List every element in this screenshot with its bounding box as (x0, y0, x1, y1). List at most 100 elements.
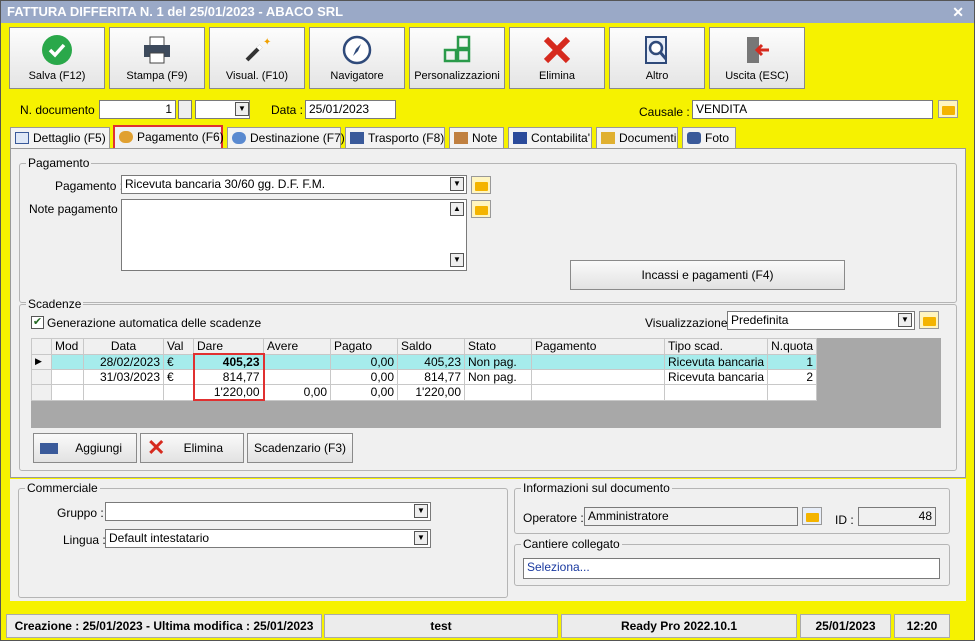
col-nquota[interactable]: N.quota (767, 338, 818, 355)
view-button[interactable]: ✦ Visual. (F10) (209, 27, 305, 89)
magic-wand-icon: ✦ (245, 37, 271, 62)
chevron-down-icon[interactable]: ▼ (414, 531, 428, 545)
more-label: Altro (645, 70, 669, 82)
causale-label: Causale : (639, 105, 690, 119)
print-button[interactable]: Stampa (F9) (109, 27, 205, 89)
scroll-up-icon[interactable]: ▲ (450, 202, 464, 216)
navigator-button[interactable]: Navigatore (309, 27, 405, 89)
add-scadenza-button[interactable]: Aggiungi (33, 433, 137, 463)
title-bar: FATTURA DIFFERITA N. 1 del 25/01/2023 - … (1, 1, 974, 23)
search-doc-icon (645, 36, 668, 64)
col-val[interactable]: Val (163, 338, 194, 355)
note-pagamento-label: Note pagamento : (29, 202, 125, 216)
exit-door-icon (747, 37, 769, 63)
delete-label: Elimina (538, 70, 576, 82)
tab-note[interactable]: Note (449, 127, 504, 149)
delete-scadenza-button[interactable]: ✕ Elimina (140, 433, 244, 463)
tab-panel: Pagamento Pagamento : Ricevuta bancaria … (10, 148, 966, 478)
col-avere[interactable]: Avere (263, 338, 331, 355)
view-label: Visual. (F10) (225, 70, 289, 82)
save-button[interactable]: Salva (F12) (9, 27, 105, 89)
camera-icon (687, 132, 701, 144)
folder-icon[interactable] (919, 311, 939, 329)
navigator-label: Navigatore (330, 70, 384, 82)
col-pagamento[interactable]: Pagamento (531, 338, 665, 355)
chevron-down-icon[interactable]: ▼ (450, 177, 464, 191)
document-window: FATTURA DIFFERITA N. 1 del 25/01/2023 - … (0, 0, 975, 641)
folder-icon[interactable] (938, 100, 958, 118)
scroll-down-icon[interactable]: ▼ (450, 253, 464, 267)
col-dare[interactable]: Dare (193, 338, 264, 355)
col-saldo[interactable]: Saldo (397, 338, 465, 355)
id-field: 48 (858, 507, 936, 526)
status-user: test (324, 614, 558, 638)
check-icon (42, 35, 72, 65)
col-data[interactable]: Data (83, 338, 164, 355)
tab-documenti[interactable]: Documenti (596, 127, 678, 149)
chevron-down-icon[interactable]: ▼ (235, 102, 249, 116)
globe-icon (232, 132, 246, 144)
col-tipo-scad[interactable]: Tipo scad. (663, 338, 769, 355)
cantiere-group-title: Cantiere collegato (521, 537, 622, 551)
table-row[interactable]: 31/03/2023 € 814,77 0,00 814,77 Non pag.… (31, 369, 818, 385)
col-pagato[interactable]: Pagato (330, 338, 398, 355)
printer-icon (144, 36, 170, 64)
save-label: Salva (F12) (28, 70, 86, 82)
tab-destinazione[interactable]: Destinazione (F7) (227, 127, 345, 149)
search-icon[interactable] (802, 507, 822, 525)
folder-icon[interactable] (471, 200, 491, 218)
table-icon (15, 132, 29, 144)
cantiere-link[interactable]: Seleziona... (523, 558, 940, 579)
causale-field[interactable]: VENDITA (692, 100, 933, 119)
delete-document-button[interactable]: Elimina (509, 27, 605, 89)
col-stato[interactable]: Stato (464, 338, 532, 355)
tab-trasporto[interactable]: Trasporto (F8) (345, 127, 445, 149)
exit-button[interactable]: Uscita (ESC) (709, 27, 805, 89)
pagamento-group-title: Pagamento (26, 156, 92, 170)
incassi-button[interactable]: Incassi e pagamenti (F4) (570, 260, 845, 290)
scadenzario-button[interactable]: Scadenzario (F3) (247, 433, 353, 463)
scadenze-grid-area: Mod Data Val Dare Avere Pagato Saldo Sta… (31, 338, 941, 428)
coins-icon (119, 131, 133, 143)
close-icon[interactable]: ✕ (952, 1, 964, 23)
grid-icon (443, 35, 471, 63)
scadenze-group-title: Scadenze (26, 297, 84, 311)
col-mod[interactable]: Mod (51, 338, 84, 355)
window-title: FATTURA DIFFERITA N. 1 del 25/01/2023 - … (7, 4, 344, 19)
tab-contabilita[interactable]: Contabilita' (508, 127, 592, 149)
ndoc-label: N. documento : (20, 103, 102, 117)
customize-button[interactable]: Personalizzazioni (409, 27, 505, 89)
visualizzazione-label: Visualizzazione : (645, 316, 735, 330)
customize-label: Personalizzazioni (414, 70, 500, 82)
folder-icon[interactable] (471, 176, 491, 194)
gruppo-select[interactable] (105, 502, 431, 521)
chevron-down-icon[interactable]: ▼ (898, 313, 912, 327)
exit-label: Uscita (ESC) (725, 70, 789, 82)
date-field[interactable]: 25/01/2023 (305, 100, 396, 119)
note-icon (454, 132, 468, 144)
status-version: Ready Pro 2022.10.1 (561, 614, 797, 638)
tab-dettaglio[interactable]: Dettaglio (F5) (10, 127, 110, 149)
ndoc-suffix-field[interactable] (178, 100, 192, 119)
truck-icon (350, 132, 364, 144)
auto-scadenze-checkbox[interactable]: ✔ (31, 316, 44, 329)
lingua-label: Lingua : (63, 533, 106, 547)
auto-scadenze-label: Generazione automatica delle scadenze (47, 316, 262, 330)
lingua-select[interactable]: Default intestatario (105, 529, 431, 548)
table-row[interactable]: ▶ 28/02/2023 € 405,23 0,00 405,23 Non pa… (31, 353, 818, 370)
data-label: Data : (271, 103, 304, 117)
red-x-icon (543, 36, 571, 64)
totals-row: 1'220,00 0,00 0,00 1'220,00 (31, 384, 818, 401)
table-header: Mod Data Val Dare Avere Pagato Saldo Sta… (31, 338, 818, 355)
status-time: 12:20 (894, 614, 950, 638)
visualizzazione-select[interactable]: Predefinita (727, 311, 915, 330)
scadenze-table: Mod Data Val Dare Avere Pagato Saldo Sta… (31, 338, 818, 401)
more-button[interactable]: Altro (609, 27, 705, 89)
pagamento-select[interactable]: Ricevuta bancaria 30/60 gg. D.F. F.M. (121, 175, 467, 194)
chevron-down-icon[interactable]: ▼ (414, 504, 428, 518)
note-pagamento-textarea[interactable] (121, 199, 467, 271)
info-group-title: Informazioni sul documento (521, 481, 672, 495)
ndoc-field[interactable]: 1 (99, 100, 176, 119)
tab-foto[interactable]: Foto (682, 127, 736, 149)
book-icon (513, 132, 527, 144)
